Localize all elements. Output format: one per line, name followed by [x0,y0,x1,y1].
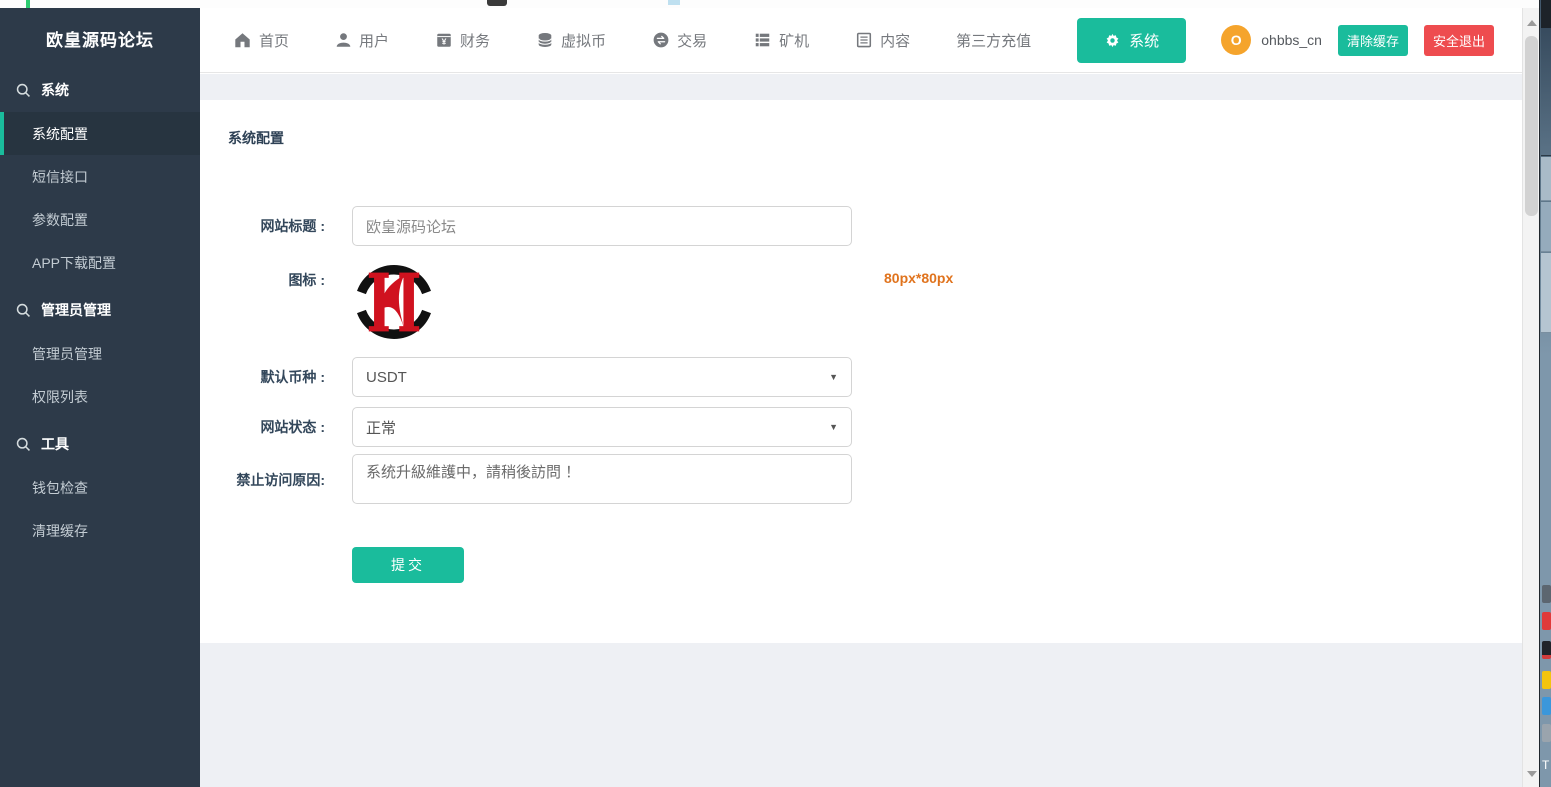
sidebar-section-label: 工具 [41,434,69,454]
nav-item-label: 内容 [880,30,910,51]
home-icon [233,31,252,49]
nav-item-label: 财务 [460,30,490,51]
submit-button[interactable]: 提交 [352,547,464,583]
desktop-icon-text-fragment: T [1542,758,1549,772]
vertical-scrollbar[interactable] [1522,8,1539,787]
sidebar-item-sms-api[interactable]: 短信接口 [0,155,200,198]
sidebar-title: 欧皇源码论坛 [0,8,200,68]
svg-text:¥: ¥ [442,37,447,47]
site-status-label: 网站状态 : [228,407,325,447]
deny-reason-row: 禁止访问原因: 系统升級維護中，請稍後訪問 ！ [228,454,1522,504]
page-title: 系统配置 [228,128,1522,148]
currency-row: 默认币种 : USDT ▼ [228,357,1522,397]
window-edge-fragment [1541,157,1551,201]
sidebar-item-app-download-config[interactable]: APP下载配置 [0,241,200,284]
search-icon [15,302,32,319]
browser-chrome-sliver [0,0,1551,8]
nav-item-label: 矿机 [779,30,809,51]
scroll-up-arrow[interactable] [1527,20,1537,26]
username: ohbbs_cn [1261,32,1322,48]
desktop-icon-fragment [1542,585,1551,603]
search-icon [15,436,32,453]
selected-currency: USDT [366,369,407,386]
sidebar-section-tools[interactable]: 工具 [0,422,200,466]
logout-button[interactable]: 安全退出 [1424,25,1494,56]
desktop-icon-fragment [1542,612,1551,630]
sidebar-item-system-config[interactable]: 系统配置 [0,112,200,155]
sidebar-section-label: 管理员管理 [41,300,111,320]
avatar[interactable]: O [1221,25,1251,55]
scrollbar-thumb[interactable] [1525,36,1538,216]
window-edge-fragment [1541,28,1551,156]
nav-item-crypto[interactable]: 虚拟币 [536,30,606,51]
site-title-row: 网站标题 : [228,206,1522,246]
submit-row: 提交 [228,547,1522,583]
sidebar-item-admin-manage[interactable]: 管理员管理 [0,332,200,375]
window-edge-fragment [1541,202,1551,252]
chrome-fragment [26,0,30,8]
site-title-input[interactable] [352,206,852,246]
sidebar-section-label: 系统 [41,80,69,100]
desktop-icon-fragment [1542,641,1551,659]
sidebar-item-param-config[interactable]: 参数配置 [0,198,200,241]
desktop-icon-fragment [1542,671,1551,689]
icon-size-hint: 80px*80px [884,270,953,286]
chevron-down-icon: ▼ [829,422,838,432]
desktop-icon-fragment [1542,697,1551,715]
icon-row: 图标 : 80px*80px [228,260,1522,344]
sidebar-item-clear-cache[interactable]: 清理缓存 [0,509,200,552]
site-logo-N-emblem[interactable] [352,260,436,344]
nav-item-content[interactable]: 内容 [855,30,910,51]
sidebar-section-admin[interactable]: 管理员管理 [0,288,200,332]
chrome-fragment [487,0,507,6]
nav-item-label: 虚拟币 [561,30,606,51]
desktop-icon-fragment [1542,724,1551,742]
chrome-fragment [668,0,680,5]
trade-icon [652,31,670,49]
selected-status: 正常 [366,417,396,438]
desktop-edge: T [1539,0,1551,787]
content-icon [855,31,873,49]
finance-icon: ¥ [435,31,453,49]
deny-reason-label: 禁止访问原因: [228,454,325,504]
nav-item-system-active[interactable]: 系统 [1077,18,1186,63]
nav-item-label: 交易 [677,30,707,51]
clear-cache-button[interactable]: 清除缓存 [1338,25,1408,56]
crypto-icon [536,31,554,49]
site-status-row: 网站状态 : 正常 ▼ [228,407,1522,447]
site-title-label: 网站标题 : [228,206,325,246]
nav-item-home[interactable]: 首页 [233,30,289,51]
user-icon [335,31,352,49]
admin-page: 欧皇源码论坛 系统 系统配置 短信接口 参数配置 APP下载配置 管理员管理 管… [0,0,1551,787]
gear-icon [1104,32,1121,49]
currency-label: 默认币种 : [228,357,325,397]
window-edge-fragment [1541,253,1551,333]
config-panel: 系统配置 网站标题 : 图标 : [200,100,1522,643]
sidebar-section-system[interactable]: 系统 [0,68,200,112]
deny-reason-textarea[interactable]: 系统升級維護中，請稍後訪問 ！ [352,454,852,504]
icon-label: 图标 : [228,260,325,344]
miner-icon [753,31,772,49]
sidebar: 欧皇源码论坛 系统 系统配置 短信接口 参数配置 APP下载配置 管理员管理 管… [0,8,200,787]
nav-item-label: 第三方充值 [956,30,1031,51]
nav-item-label: 系统 [1129,30,1159,51]
nav-item-finance[interactable]: ¥ 财务 [435,30,490,51]
sidebar-item-wallet-check[interactable]: 钱包检查 [0,466,200,509]
main-content: 系统配置 网站标题 : 图标 : [200,74,1522,787]
site-status-select[interactable]: 正常 ▼ [352,407,852,447]
nav-item-thirdparty-recharge[interactable]: 第三方充值 [956,30,1031,51]
top-navbar: 首页 用户 ¥ 财务 虚拟币 交易 矿机 内容 第三方充值 [200,8,1522,73]
scroll-down-arrow[interactable] [1527,771,1537,777]
nav-item-label: 用户 [359,30,389,51]
window-edge-fragment [1541,0,1551,28]
nav-item-label: 首页 [259,30,289,51]
sidebar-item-permission-list[interactable]: 权限列表 [0,375,200,418]
chevron-down-icon: ▼ [829,372,838,382]
nav-item-trade[interactable]: 交易 [652,30,707,51]
nav-item-miner[interactable]: 矿机 [753,30,809,51]
default-currency-select[interactable]: USDT ▼ [352,357,852,397]
nav-item-users[interactable]: 用户 [335,30,389,51]
system-config-form: 网站标题 : 图标 : [228,206,1522,583]
search-icon [15,82,32,99]
